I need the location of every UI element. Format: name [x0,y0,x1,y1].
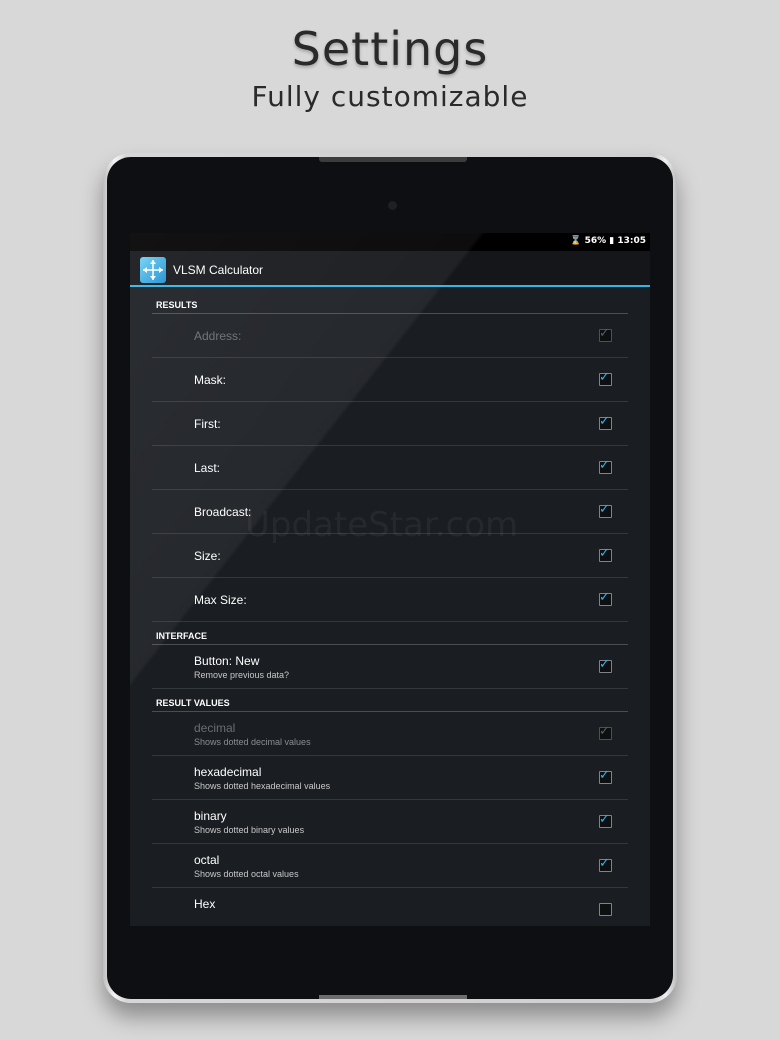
power-button [319,157,467,162]
check-icon: ✓ [599,414,610,429]
preference-title: First: [194,417,221,431]
preference-summary: Shows dotted decimal values [194,737,311,747]
checkbox[interactable]: ✓ [599,812,612,828]
checkbox[interactable]: ✓ [599,590,612,606]
action-bar: VLSM Calculator [130,251,650,287]
preference-summary: Remove previous data? [194,670,290,680]
preference-row[interactable]: First: ✓ [152,402,628,446]
section-result-values: RESULT VALUES [152,689,628,712]
preference-row[interactable]: Address: ✓ [152,314,628,358]
preference-row[interactable]: binary Shows dotted binary values ✓ [152,800,628,844]
app-icon[interactable] [140,257,166,283]
preference-title: Size: [194,549,221,563]
checkbox[interactable]: ✓ [599,724,612,740]
check-icon: ✓ [599,657,610,672]
tablet-bezel: ⌛ 56% ▮ 13:05 VLSM Calculator RESULTS Ad… [107,157,673,999]
bottom-port [319,995,467,999]
preference-title: Broadcast: [194,505,252,519]
checkbox[interactable]: ✓ [599,903,612,916]
section-label: RESULTS [156,300,198,310]
checkbox[interactable]: ✓ [599,768,612,784]
preference-title: decimal [194,721,236,735]
check-icon: ✓ [599,502,610,517]
preference-summary: Shows dotted hexadecimal values [194,781,331,791]
section-interface: INTERFACE [152,622,628,645]
settings-list: RESULTS Address: ✓ Mask: ✓ First: ✓ Last: ✓ Broa… [130,287,650,926]
preference-summary: Shows dotted binary values [194,825,305,835]
preference-title: Max Size: [194,593,247,607]
check-icon: ✓ [599,856,610,871]
status-bar: ⌛ 56% ▮ 13:05 [130,233,650,251]
preference-title: Mask: [194,373,227,387]
preference-row[interactable]: Hex ✓ [152,888,628,926]
check-icon: ✓ [599,458,610,473]
checkbox[interactable]: ✓ [599,502,612,518]
watermark: UpdateStar.com [245,505,519,545]
section-label: RESULT VALUES [156,698,230,708]
app-title: VLSM Calculator [173,263,264,277]
front-camera [388,201,397,210]
preference-title: binary [194,809,227,823]
preference-title: Button: New [194,654,260,668]
preference-row[interactable]: Mask: ✓ [152,358,628,402]
status-text: ⌛ 56% ▮ 13:05 [570,236,646,246]
check-icon: ✓ [599,590,610,605]
preference-row[interactable]: Max Size: ✓ [152,578,628,622]
preference-row[interactable]: octal Shows dotted octal values ✓ [152,844,628,888]
checkbox[interactable]: ✓ [599,657,612,673]
app-screen: ⌛ 56% ▮ 13:05 VLSM Calculator RESULTS Ad… [130,233,650,926]
preference-title: Hex [194,897,216,911]
checkbox[interactable]: ✓ [599,856,612,872]
check-icon: ✓ [599,370,610,385]
hero-title: Settings [291,22,489,76]
preference-title: hexadecimal [194,765,262,779]
preference-row[interactable]: Button: New Remove previous data? ✓ [152,645,628,689]
checkbox[interactable]: ✓ [599,370,612,386]
check-icon: ✓ [599,768,610,783]
checkbox[interactable]: ✓ [599,326,612,342]
preference-summary: Shows dotted octal values [194,869,299,879]
preference-row[interactable]: decimal Shows dotted decimal values ✓ [152,712,628,756]
section-results: RESULTS [152,287,628,314]
checkbox[interactable]: ✓ [599,458,612,474]
preference-row[interactable]: hexadecimal Shows dotted hexadecimal valu… [152,756,628,800]
hero-subtitle: Fully customizable [251,80,529,113]
section-label: INTERFACE [156,631,208,641]
preference-title: octal [194,853,220,867]
preference-title: Last: [194,461,221,475]
preference-row[interactable]: Last: ✓ [152,446,628,490]
tablet-frame: ⌛ 56% ▮ 13:05 VLSM Calculator RESULTS Ad… [103,153,677,1003]
checkbox[interactable]: ✓ [599,414,612,430]
checkbox[interactable]: ✓ [599,546,612,562]
check-icon: ✓ [599,326,610,341]
check-icon: ✓ [599,724,610,739]
preference-title: Address: [194,329,242,343]
check-icon: ✓ [599,546,610,561]
check-icon: ✓ [599,812,610,827]
